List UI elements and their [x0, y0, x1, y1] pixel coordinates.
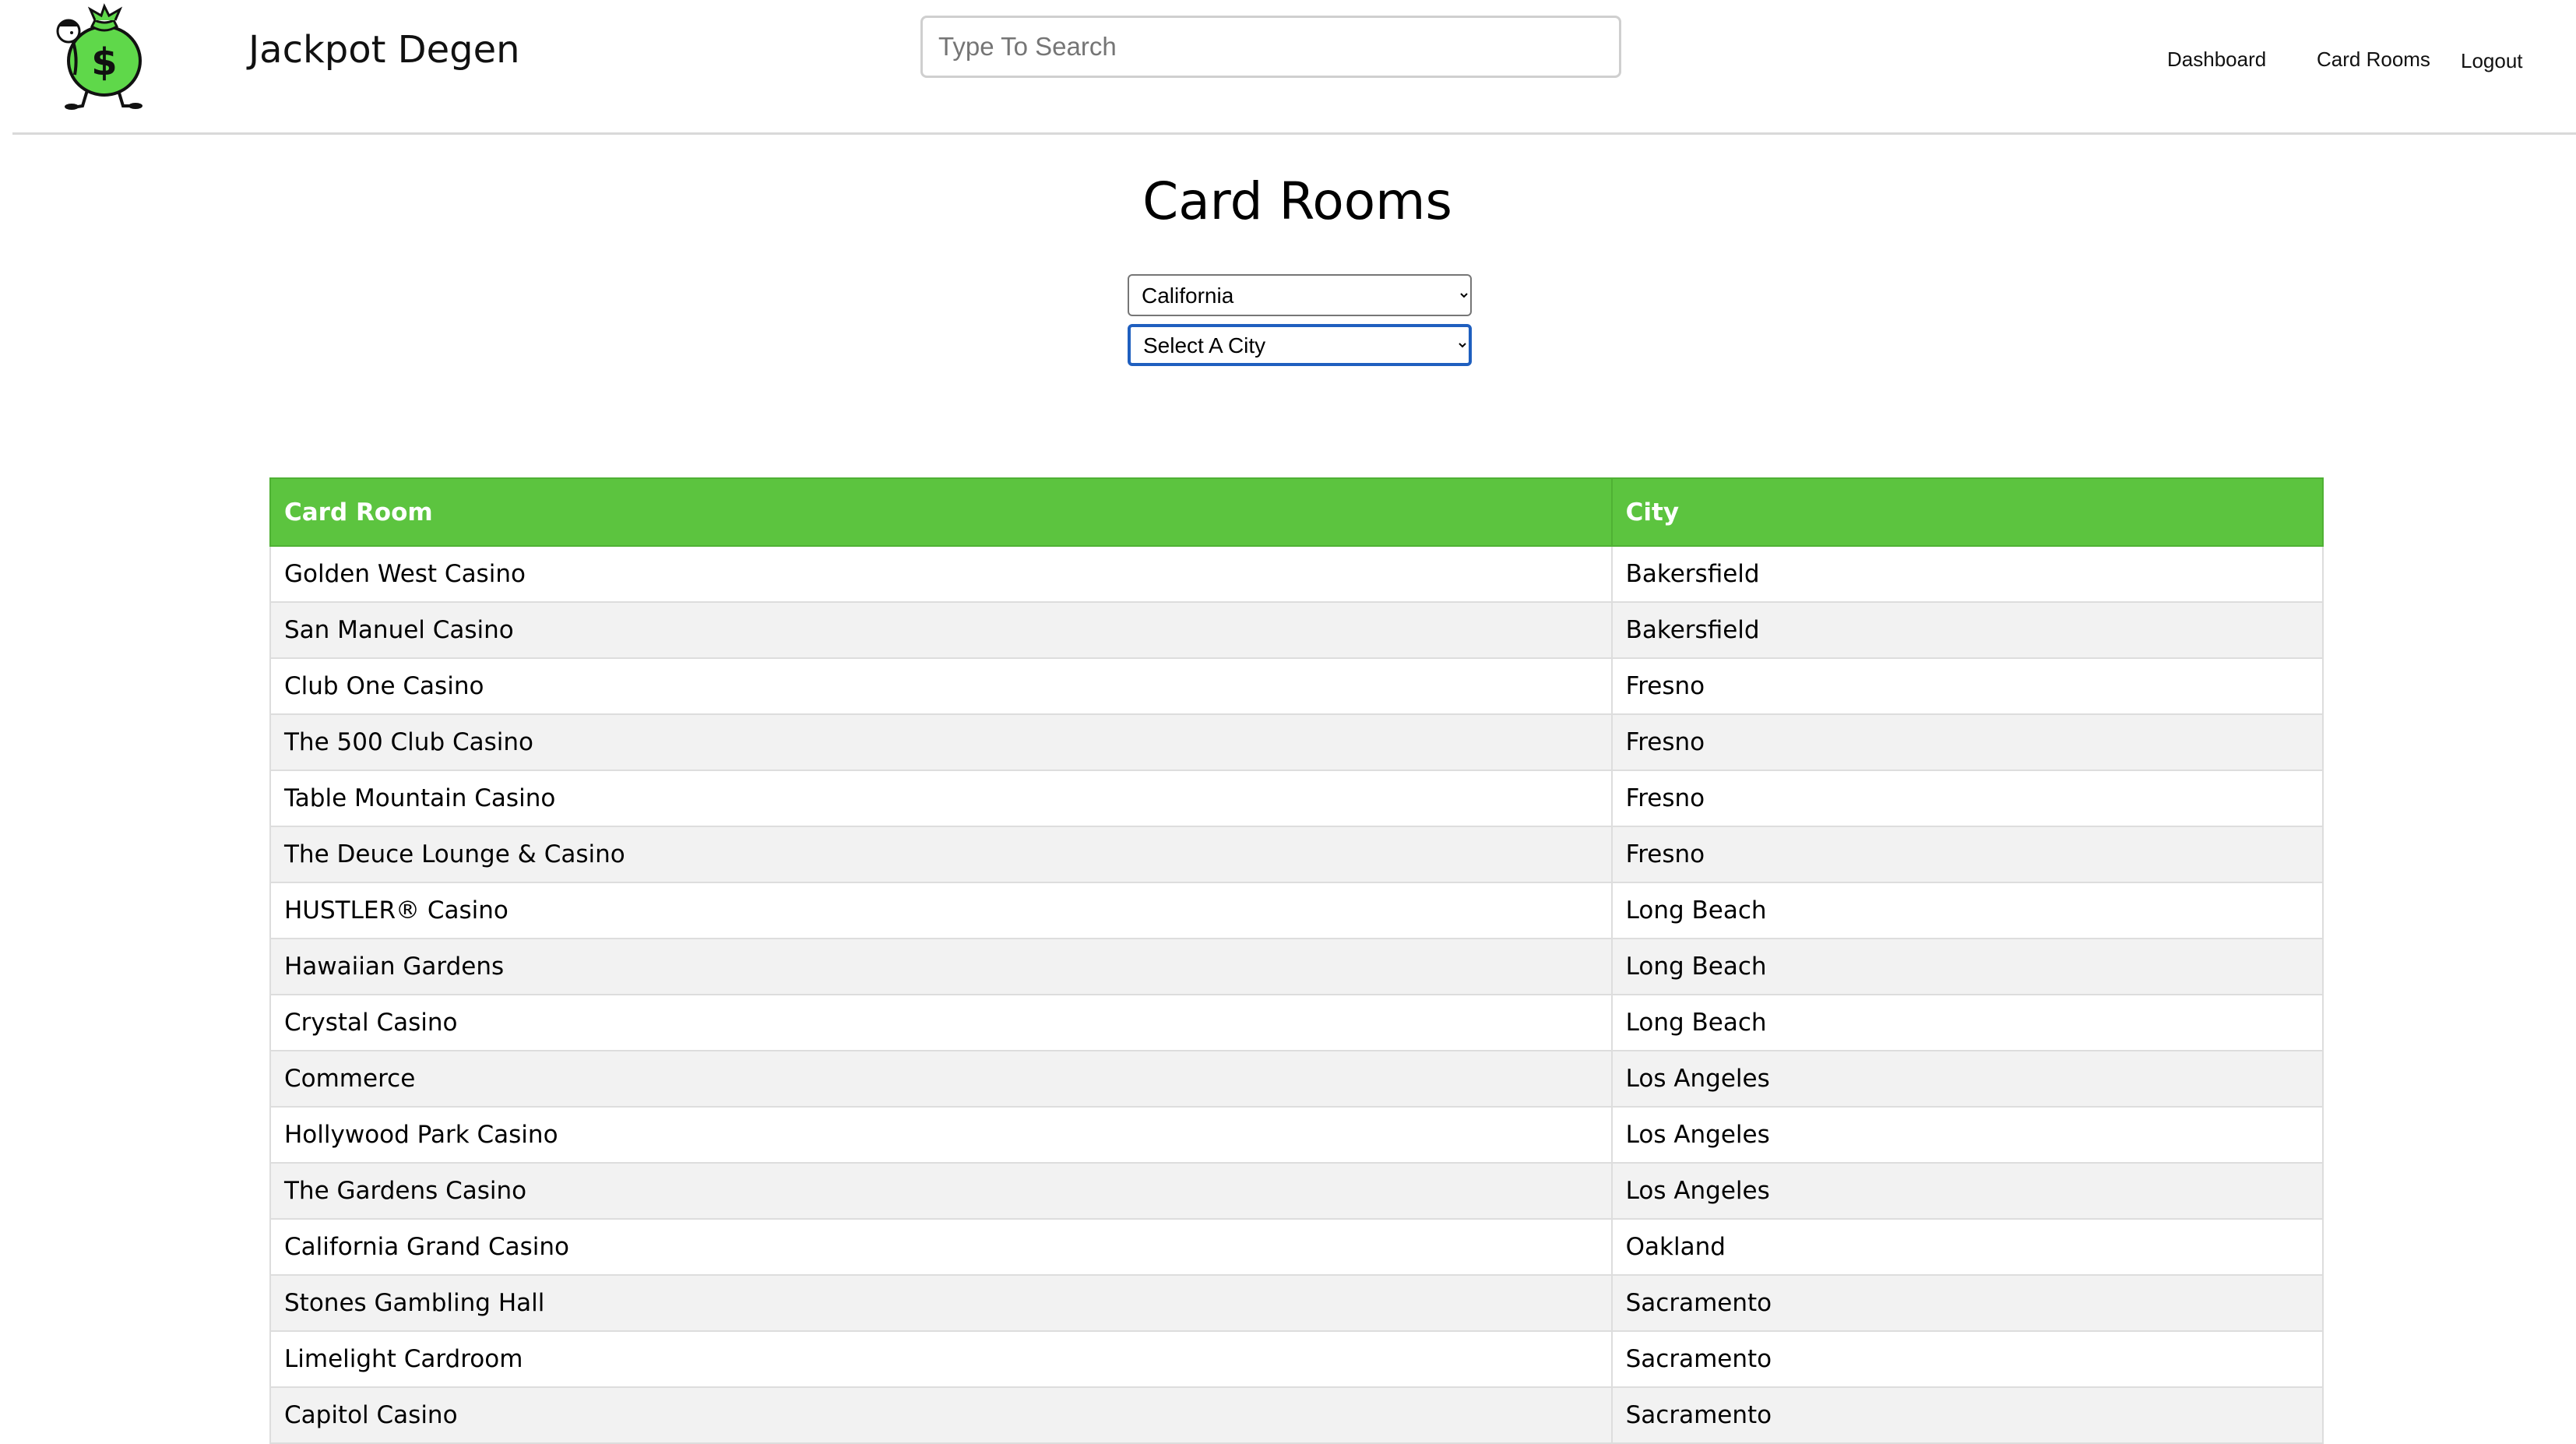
top-navbar: $ Jackpot Degen Dashboard Card Rooms Log… [12, 0, 2576, 135]
card-room-cell: Table Mountain Casino [269, 770, 1613, 827]
card-room-cell: Limelight Cardroom [269, 1330, 1613, 1388]
card-room-cell: San Manuel Casino [269, 601, 1613, 659]
city-cell: Long Beach [1610, 994, 2324, 1051]
state-select[interactable]: California [1128, 274, 1472, 316]
table-header-row: Card Room City [269, 477, 2324, 547]
city-cell: Bakersfield [1610, 601, 2324, 659]
city-cell: Fresno [1610, 657, 2324, 715]
city-cell: Los Angeles [1610, 1162, 2324, 1220]
card-room-cell: The Gardens Casino [269, 1162, 1613, 1220]
city-cell: Los Angeles [1610, 1050, 2324, 1108]
nav-link-card-rooms[interactable]: Card Rooms [2317, 47, 2430, 72]
city-cell: Sacramento [1610, 1330, 2324, 1388]
table-row[interactable]: The 500 Club Casino Fresno [269, 713, 2324, 771]
card-room-cell: Commerce [269, 1050, 1613, 1108]
card-room-cell: The 500 Club Casino [269, 713, 1613, 771]
svg-text:$: $ [91, 41, 117, 84]
card-room-cell: Crystal Casino [269, 994, 1613, 1051]
card-room-cell: Capitol Casino [269, 1386, 1613, 1444]
search-input[interactable] [920, 16, 1621, 78]
table-row[interactable]: Stones Gambling Hall Sacramento [269, 1274, 2324, 1332]
city-cell: Bakersfield [1610, 545, 2324, 603]
city-cell: Fresno [1610, 770, 2324, 827]
table-row[interactable]: HUSTLER® Casino Long Beach [269, 882, 2324, 939]
table-row[interactable]: Club One Casino Fresno [269, 657, 2324, 715]
column-header-city: City [1610, 477, 2324, 547]
card-room-cell: Hawaiian Gardens [269, 938, 1613, 995]
card-room-cell: HUSTLER® Casino [269, 882, 1613, 939]
table-row[interactable]: California Grand Casino Oakland [269, 1218, 2324, 1276]
city-cell: Fresno [1610, 713, 2324, 771]
nav-link-logout[interactable]: Logout [2461, 48, 2523, 73]
city-cell: Fresno [1610, 826, 2324, 883]
city-cell: Los Angeles [1610, 1106, 2324, 1164]
card-room-cell: Hollywood Park Casino [269, 1106, 1613, 1164]
card-room-cell: The Deuce Lounge & Casino [269, 826, 1613, 883]
brand-name[interactable]: Jackpot Degen [248, 26, 520, 73]
nav-link-dashboard[interactable]: Dashboard [2167, 47, 2266, 72]
table-row[interactable]: Hawaiian Gardens Long Beach [269, 938, 2324, 995]
table-row[interactable]: Table Mountain Casino Fresno [269, 770, 2324, 827]
city-cell: Long Beach [1610, 938, 2324, 995]
city-select[interactable]: Select A City [1128, 324, 1472, 366]
page-title: Card Rooms [1142, 171, 1452, 231]
column-header-card-room: Card Room [269, 477, 1613, 547]
card-room-cell: California Grand Casino [269, 1218, 1613, 1276]
table-row[interactable]: The Gardens Casino Los Angeles [269, 1162, 2324, 1220]
table-row[interactable]: The Deuce Lounge & Casino Fresno [269, 826, 2324, 883]
table-row[interactable]: San Manuel Casino Bakersfield [269, 601, 2324, 659]
table-row[interactable]: Crystal Casino Long Beach [269, 994, 2324, 1051]
table-row[interactable]: Limelight Cardroom Sacramento [269, 1330, 2324, 1388]
money-bag-mascot-icon[interactable]: $ [47, 3, 164, 112]
city-cell: Long Beach [1610, 882, 2324, 939]
card-rooms-table: Card Room City Golden West Casino Bakers… [269, 477, 2324, 1444]
city-cell: Sacramento [1610, 1274, 2324, 1332]
city-cell: Oakland [1610, 1218, 2324, 1276]
city-cell: Sacramento [1610, 1386, 2324, 1444]
table-row[interactable]: Golden West Casino Bakersfield [269, 545, 2324, 603]
card-room-cell: Stones Gambling Hall [269, 1274, 1613, 1332]
table-row[interactable]: Commerce Los Angeles [269, 1050, 2324, 1108]
card-room-cell: Golden West Casino [269, 545, 1613, 603]
table-row[interactable]: Hollywood Park Casino Los Angeles [269, 1106, 2324, 1164]
table-row[interactable]: Capitol Casino Sacramento [269, 1386, 2324, 1444]
card-room-cell: Club One Casino [269, 657, 1613, 715]
